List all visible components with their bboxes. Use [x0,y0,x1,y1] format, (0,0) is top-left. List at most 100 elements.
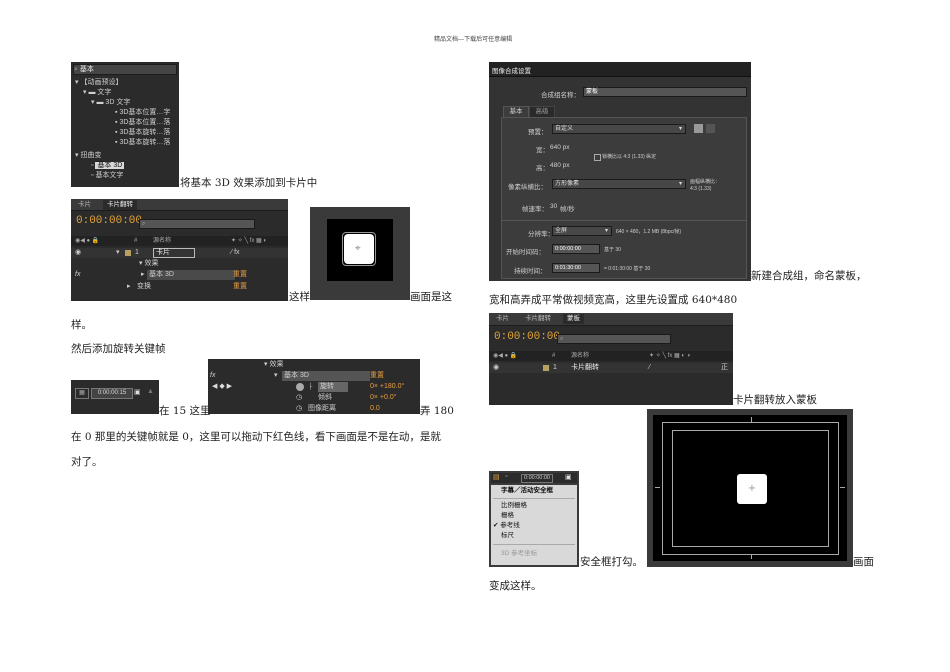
reset-link[interactable]: 重置 [233,270,247,280]
preset-icon: ▪ [115,139,118,146]
timecode-display[interactable]: 0:00:00:00 [76,215,142,227]
divider [502,220,746,221]
effect-row-basic-3d[interactable]: fx ▾ 基本 3D 重置 [208,371,420,381]
save-preset-icon[interactable] [694,124,703,133]
layer-row-card-flip[interactable]: ◉ 1 卡片翻转 ⁄ 正 [489,363,733,373]
tab-card[interactable]: 卡片 [74,200,95,210]
region-icon[interactable]: ▫ [505,473,507,480]
white-card: + [737,474,767,504]
reset-link[interactable]: 重置 [233,282,247,292]
search-icon: ⌕ [560,336,564,342]
layer-name-field[interactable]: 卡片 [153,248,195,258]
label-color-swatch [543,365,549,371]
effect-row-basic-3d[interactable]: fx ▸ 基本 3D 重置 [71,270,288,280]
height-value[interactable]: 480 px [550,162,570,169]
timecode-display[interactable]: 0:00:00:00 [494,331,560,343]
effects-search-field[interactable]: ⌕ 基本 [73,64,177,75]
tab-basic[interactable]: 基本 [503,106,529,117]
tree-item-basic-3d[interactable]: ▫ 基本 3D [71,161,179,171]
effects-group-row[interactable]: ▾ 效果 [71,259,288,269]
stopwatch-icon[interactable]: ◷ [296,404,302,414]
timeline-search-input[interactable]: ⌕ [139,219,255,229]
tree-item-preset[interactable]: ▪ 3D基本位置…字 [71,108,179,118]
av-switches-icon: ◉◀ ● 🔒 [493,353,518,359]
center-tick [655,487,660,488]
menu-item-grid[interactable]: 栅格 [491,511,577,521]
grid-guides-icon[interactable]: ▤ [493,473,500,481]
tilt-value[interactable]: 0× +0.0° [370,393,397,403]
comp-name-input[interactable]: 蒙板 [583,87,747,97]
camera-icon[interactable]: ▣ [565,473,572,481]
menu-item-title-safe[interactable]: 字幕／活动安全框 [491,486,577,496]
delete-preset-icon[interactable] [706,124,715,133]
checkmark-icon: ✔ [493,522,499,529]
prop-row-tilt[interactable]: ◷ 倾斜 0× +0.0° [208,393,420,403]
comp-black-background: ⌖ [327,219,393,281]
tab-card-flip[interactable]: 卡片翻转 [521,314,555,324]
stopwatch-icon[interactable]: ◷ [296,393,302,403]
menu-item-proportional-grid[interactable]: 比例栅格 [491,501,577,511]
center-tick [840,487,845,488]
width-value[interactable]: 640 px [550,144,570,151]
tab-mask[interactable]: 蒙板 [563,314,584,324]
tree-item-preset[interactable]: ▪ 3D基本位置…落 [71,118,179,128]
fps-value[interactable]: 30 [550,203,557,210]
tree-item-distort-category[interactable]: ▾ 扭曲变 [71,151,179,161]
grid-icon[interactable]: ▦ [75,388,89,399]
menu-item-guides[interactable]: ✔ 参考线 [491,521,577,531]
tree-item-basic-text[interactable]: ▫ 基本文字 [71,171,179,181]
effects-group-row[interactable]: ▾ 效果 [208,360,420,370]
visibility-icon[interactable]: ◉ [489,364,499,371]
layer-column-header: ◉◀ ● 🔒 # 源名称 ✦ ✧ ╲ fx ▦ ◐ ◑ [489,351,733,361]
preset-select[interactable]: 自定义 ▾ [552,124,686,134]
duration-input[interactable]: 0:01:30:00 [552,263,600,273]
layer-switch-icon[interactable]: ⁄ [649,363,650,373]
rotation-value[interactable]: 0× +180.0° [370,382,404,392]
color-icon[interactable]: ▲ [147,388,155,397]
caption-new-comp: 新建合成组，命名蒙板， [751,270,867,282]
menu-item-rulers[interactable]: 标尺 [491,531,577,541]
lock-aspect-checkbox[interactable] [594,154,601,161]
current-time-field[interactable]: 0:00:00:00 [521,474,553,483]
timecode-strip: ▦ 0:00:00:15 ▣ ▲ [71,380,159,414]
tree-item-text-folder[interactable]: ▾ ▬ 文字 [71,88,179,98]
folder-icon: ▬ [96,99,104,106]
tab-card[interactable]: 卡片 [492,314,513,324]
timeline-search-input[interactable]: ⌕ [557,334,671,344]
tree-item-presets[interactable]: ▾ 【动画预设】 [71,78,179,88]
layer-name[interactable]: 卡片翻转 [571,363,599,373]
reset-link[interactable]: 重置 [370,371,384,381]
caption-put-into-mask: 卡片翻转放入蒙板 [733,394,817,406]
white-card: ⌖ [342,232,376,266]
pixel-aspect-select[interactable]: 方形像素 ▾ [552,179,686,189]
mode-select[interactable]: 正 [721,363,728,373]
current-time-field[interactable]: 0:00:00:15 [91,388,133,399]
start-timecode-input[interactable]: 0:00:00:00 [552,244,600,254]
resolution-select[interactable]: 全屏 ▾ [552,226,612,236]
basic3d-properties-panel: ▾ 效果 fx ▾ 基本 3D 重置 ◀ ◆ ▶ ├ 旋转 0× +180.0°… [208,359,420,414]
chevron-down-icon: ▾ [678,126,682,132]
menu-divider [493,498,575,499]
tree-item-preset[interactable]: ▪ 3D基本旋转…落 [71,138,179,148]
transform-row[interactable]: ▸ 变换 重置 [71,282,288,292]
caption-picture-is-like: 画面是这 [410,291,452,303]
tab-card-flip[interactable]: 卡片翻转 [103,200,137,210]
visibility-icon[interactable]: ◉ [71,249,81,256]
layer-row-card[interactable]: ◉ ▾ 1 卡片 ⁄ fx [71,248,288,258]
keyframe-navigator[interactable]: ◀ ◆ ▶ [212,382,232,392]
fx-switch-icon[interactable]: ⁄ fx [231,248,240,258]
timeline-tab-bar: 卡片 卡片翻转 蒙板 [489,313,733,326]
distance-value[interactable]: 0.0 [370,404,380,414]
effects-presets-panel: ⌕ 基本 ▾ 【动画预设】 ▾ ▬ 文字 ▾ ▬ 3D 文字 ▪ 3D基本位置…… [71,62,179,187]
camera-icon[interactable]: ▣ [134,388,144,397]
stopwatch-icon[interactable] [296,383,304,391]
tree-item-preset[interactable]: ▪ 3D基本旋转…落 [71,128,179,138]
prop-row-distance[interactable]: ◷ 图像距离 0.0 [208,404,420,414]
prop-row-rotation[interactable]: ◀ ◆ ▶ ├ 旋转 0× +180.0° [208,382,420,392]
switches-icons: ✦ ✧ ╲ fx ▦ ◐ [231,238,267,244]
effect-icon: ▫ [91,162,94,169]
caption-done: 对了。 [71,456,103,468]
tree-item-3d-text-folder[interactable]: ▾ ▬ 3D 文字 [71,98,179,108]
search-icon: ⌕ [142,221,146,227]
effect-icon: ▫ [91,172,94,179]
